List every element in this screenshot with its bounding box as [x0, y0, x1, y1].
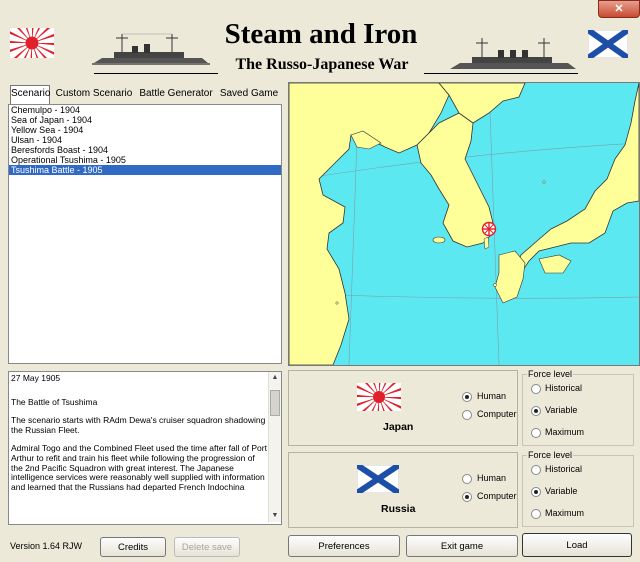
- scenario-item-selected[interactable]: Tsushima Battle - 1905: [9, 165, 281, 175]
- title-rule-left: [94, 73, 218, 74]
- description-scrollbar[interactable]: ▲ ▼: [268, 372, 281, 522]
- russia-historical-label: Historical: [545, 464, 583, 474]
- japan-variable-label: Variable: [545, 405, 578, 415]
- japan-historical-radio[interactable]: [531, 384, 541, 394]
- load-button[interactable]: Load: [522, 533, 632, 557]
- battleship-silhouette-left-icon: [92, 33, 210, 65]
- scenario-item[interactable]: Beresfords Boast - 1904: [9, 145, 281, 155]
- description-paragraph: Admiral Togo and the Combined Fleet used…: [11, 443, 267, 492]
- close-button[interactable]: ✕: [598, 0, 640, 18]
- map-graphic: [289, 83, 639, 365]
- scenario-item[interactable]: Operational Tsushima - 1905: [9, 155, 281, 165]
- russia-maximum-radio[interactable]: [531, 509, 541, 519]
- scroll-down-icon[interactable]: ▼: [269, 510, 281, 522]
- scroll-thumb[interactable]: [270, 390, 280, 416]
- scroll-up-icon[interactable]: ▲: [269, 372, 281, 384]
- russia-force-level-title: Force level: [527, 450, 574, 460]
- description-paragraph: The scenario starts with RAdm Dewa's cru…: [11, 415, 266, 435]
- russia-historical-radio[interactable]: [531, 465, 541, 475]
- japan-variable-radio[interactable]: [531, 406, 541, 416]
- russia-variable-radio[interactable]: [531, 487, 541, 497]
- japan-nation-label: Japan: [383, 421, 414, 433]
- russia-computer-label: Computer: [477, 491, 517, 501]
- russia-flag-icon: [357, 465, 399, 493]
- japan-maximum-radio[interactable]: [531, 428, 541, 438]
- title-rule-right: [424, 73, 578, 74]
- scenario-item[interactable]: Ulsan - 1904: [9, 135, 281, 145]
- japan-human-radio[interactable]: [462, 392, 472, 402]
- tab-saved-game[interactable]: Saved Game: [218, 86, 280, 102]
- title-bar: [0, 0, 640, 18]
- description-date: 27 May 1905: [11, 373, 61, 383]
- japan-rising-sun-flag-icon: [10, 28, 54, 58]
- russia-computer-radio[interactable]: [462, 492, 472, 502]
- japan-human-label: Human: [477, 391, 507, 401]
- description-text: 27 May 1905 The Battle of Tsushima The s…: [11, 373, 267, 501]
- battle-location-marker-icon[interactable]: [481, 221, 497, 237]
- preferences-button[interactable]: Preferences: [288, 535, 400, 557]
- japan-historical-label: Historical: [545, 383, 583, 393]
- russia-human-radio[interactable]: [462, 474, 472, 484]
- russia-variable-label: Variable: [545, 486, 578, 496]
- russia-human-label: Human: [477, 473, 507, 483]
- app-title: Steam and Iron: [224, 18, 418, 50]
- exit-game-button[interactable]: Exit game: [406, 535, 518, 557]
- credits-button[interactable]: Credits: [100, 537, 166, 557]
- russia-maximum-label: Maximum: [545, 508, 585, 518]
- tab-custom-scenario[interactable]: Custom Scenario: [54, 86, 134, 102]
- theater-map[interactable]: [288, 82, 640, 366]
- scenario-item[interactable]: Yellow Sea - 1904: [9, 125, 281, 135]
- japan-force-level-group: Force level Historical Variable Maximum: [522, 369, 634, 446]
- japan-flag-icon: [357, 383, 401, 411]
- scenario-list[interactable]: Chemulpo - 1904 Sea of Japan - 1904 Yell…: [8, 104, 282, 364]
- battleship-silhouette-right-icon: [450, 38, 576, 69]
- japan-maximum-label: Maximum: [545, 427, 585, 437]
- russia-force-level-group: Force level Historical Variable Maximum: [522, 450, 634, 527]
- tab-scenario[interactable]: Scenario: [10, 85, 50, 104]
- russia-side-panel: Russia Human Computer: [288, 452, 518, 528]
- russia-nation-label: Russia: [381, 503, 416, 515]
- japan-side-panel: Japan Human Computer: [288, 370, 518, 446]
- version-label: Version 1.64 RJW: [10, 541, 83, 551]
- japan-force-level-title: Force level: [527, 369, 574, 379]
- scenario-item[interactable]: Sea of Japan - 1904: [9, 115, 281, 125]
- japan-computer-radio[interactable]: [462, 410, 472, 420]
- russian-naval-ensign-flag-icon: [588, 30, 628, 58]
- tab-battle-generator[interactable]: Battle Generator: [138, 86, 214, 102]
- japan-computer-label: Computer: [477, 409, 517, 419]
- scenario-description[interactable]: 27 May 1905 The Battle of Tsushima The s…: [8, 371, 282, 525]
- app-subtitle: The Russo-Japanese War: [235, 56, 409, 73]
- delete-save-button[interactable]: Delete save: [174, 537, 240, 557]
- description-heading: The Battle of Tsushima: [11, 396, 98, 407]
- scenario-item[interactable]: Chemulpo - 1904: [9, 105, 281, 115]
